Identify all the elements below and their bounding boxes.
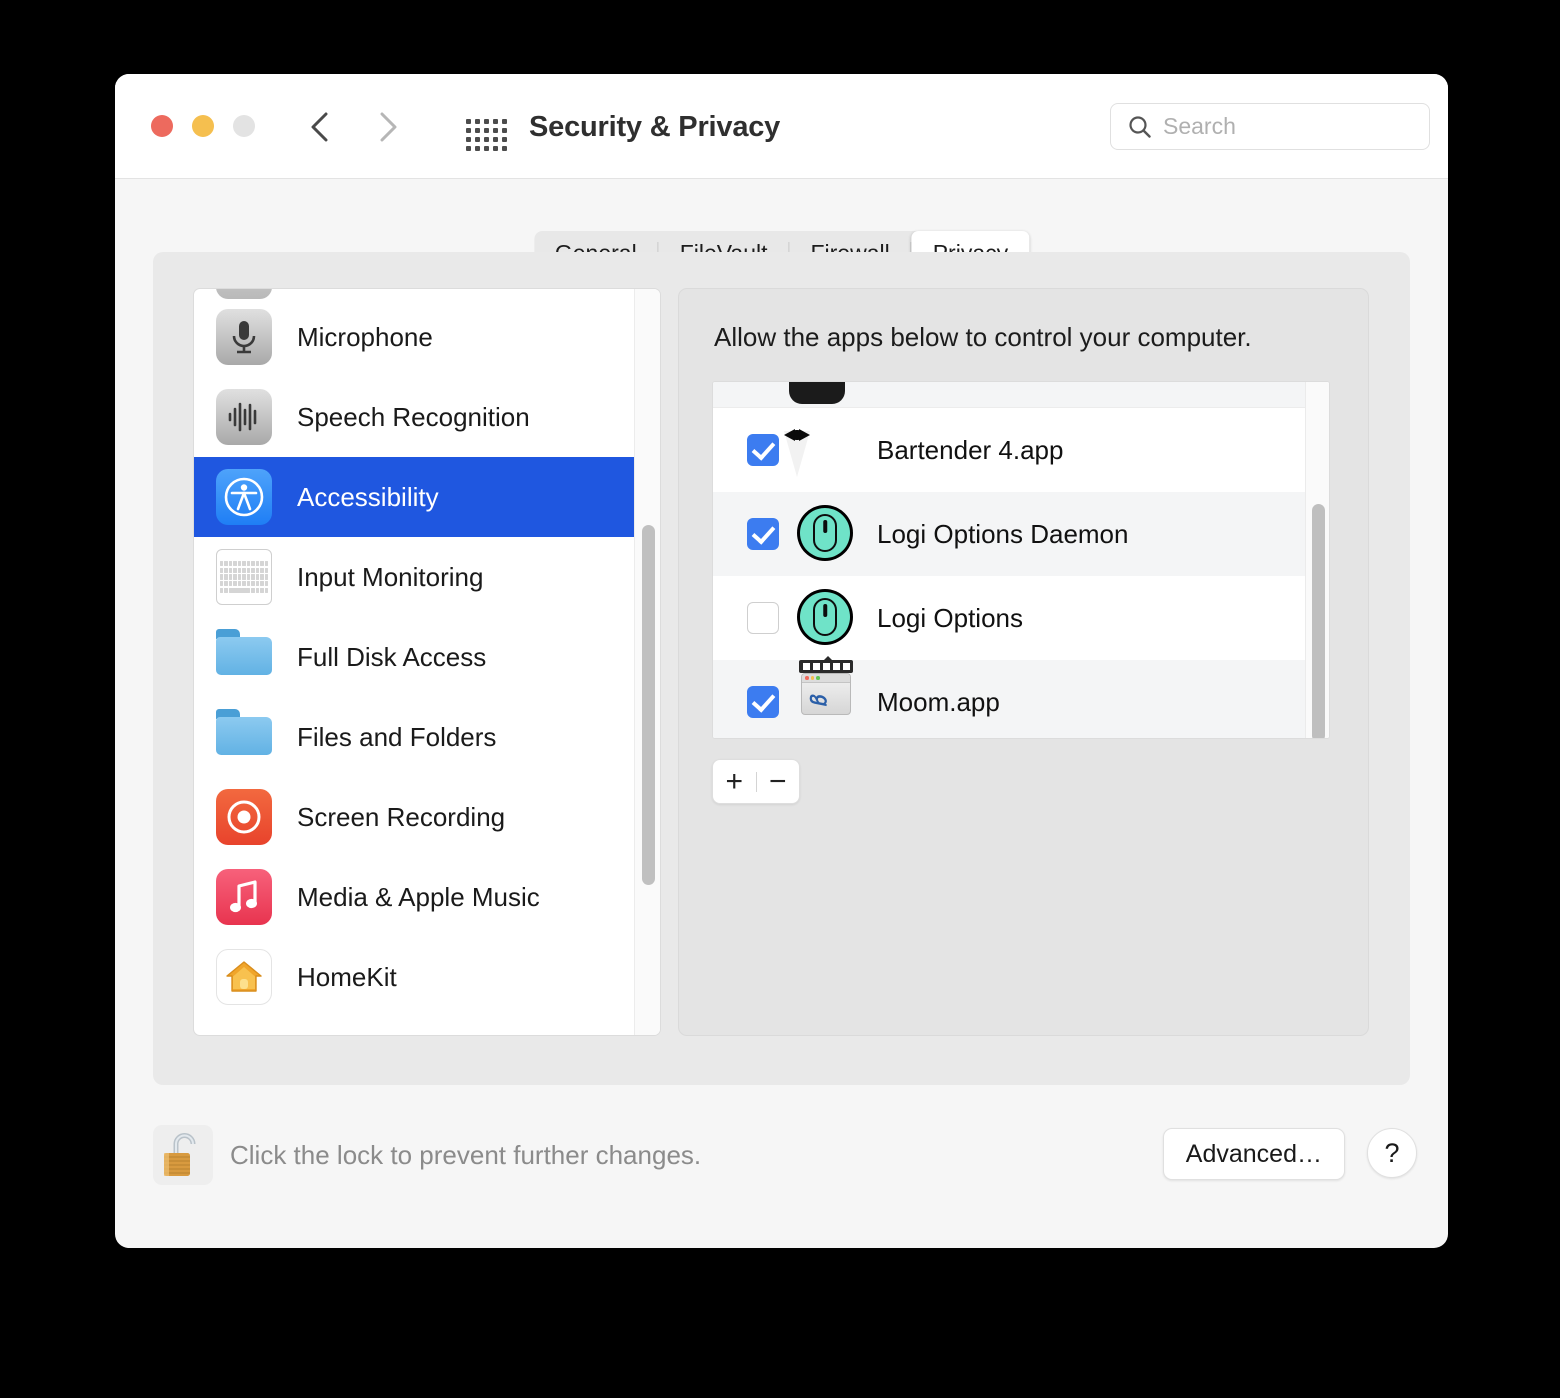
navigation-arrows: [307, 110, 401, 144]
table-row[interactable]: ℊ Moom.app: [713, 656, 1329, 738]
sidebar-item-speech-recognition[interactable]: Speech Recognition: [194, 377, 660, 457]
apps-list-scrollbar-thumb[interactable]: [1312, 504, 1325, 738]
logi-mouse-icon: [797, 589, 855, 647]
window-bottom-bar: Click the lock to prevent further change…: [115, 1085, 1448, 1248]
waveform-icon: [216, 389, 272, 445]
apps-list-scrollbar[interactable]: [1305, 382, 1329, 738]
sidebar-item-files-and-folders[interactable]: Files and Folders: [194, 697, 660, 777]
screen-recording-icon: [216, 789, 272, 845]
sidebar-item-full-disk-access[interactable]: Full Disk Access: [194, 617, 660, 697]
page-title: Security & Privacy: [529, 111, 781, 143]
folder-icon: [216, 709, 272, 765]
forward-button[interactable]: [375, 110, 401, 144]
app-checkbox-moom[interactable]: [747, 686, 779, 718]
logi-mouse-icon: [797, 505, 855, 563]
sidebar-scrollbar-thumb[interactable]: [642, 525, 655, 885]
sidebar-item-input-monitoring[interactable]: Input Monitoring: [194, 537, 660, 617]
allowed-apps-list-inner: Bartender 4.app Logi Options Daemon Logi…: [713, 382, 1329, 738]
list-item-partial-above[interactable]: [713, 382, 1329, 408]
table-row[interactable]: Logi Options: [713, 576, 1329, 660]
sidebar-item-label: Speech Recognition: [297, 401, 530, 432]
sidebar-item-label: Screen Recording: [297, 801, 506, 832]
folder-icon: [216, 629, 272, 685]
allowed-apps-list: Bartender 4.app Logi Options Daemon Logi…: [712, 381, 1330, 739]
system-preferences-window: Security & Privacy General FileVault Fir…: [115, 74, 1448, 1248]
back-button[interactable]: [307, 110, 333, 144]
privacy-content-panel: Microphone Speech Recognition Accessibil…: [153, 252, 1410, 1085]
traffic-light-group: [151, 115, 255, 137]
sidebar-item-accessibility[interactable]: Accessibility: [194, 457, 660, 537]
unlocked-padlock-icon[interactable]: [153, 1125, 213, 1185]
accessibility-apps-panel: Allow the apps below to control your com…: [678, 288, 1369, 1036]
sidebar-item-label: Media & Apple Music: [297, 881, 540, 912]
microphone-icon: [216, 309, 272, 365]
search-input[interactable]: [1163, 113, 1393, 140]
app-name: Logi Options: [877, 602, 1023, 633]
panel-heading: Allow the apps below to control your com…: [714, 322, 1252, 352]
advanced-button[interactable]: Advanced…: [1162, 1128, 1345, 1180]
sidebar-item-label: HomeKit: [297, 961, 397, 992]
moom-window-icon: ℊ: [797, 656, 855, 731]
sidebar-item-label: Files and Folders: [297, 721, 497, 752]
sidebar-item-homekit[interactable]: HomeKit: [194, 937, 660, 1017]
tuxedo-icon: [784, 421, 855, 479]
sidebar-item-label: Accessibility: [297, 481, 439, 512]
lock-status-text: Click the lock to prevent further change…: [230, 1140, 702, 1170]
app-name: Moom.app: [877, 686, 1000, 717]
privacy-category-sidebar: Microphone Speech Recognition Accessibil…: [193, 288, 661, 1036]
sidebar-item-label: Full Disk Access: [297, 641, 487, 672]
keyboard-icon: [216, 549, 272, 605]
close-button[interactable]: [151, 115, 173, 137]
sidebar-item-label: Input Monitoring: [297, 561, 484, 592]
search-icon: [1127, 114, 1153, 140]
sidebar-item-media-apple-music[interactable]: Media & Apple Music: [194, 857, 660, 937]
add-app-button[interactable]: +: [713, 760, 756, 803]
show-all-grid-icon[interactable]: [466, 119, 510, 151]
remove-app-button[interactable]: −: [757, 760, 800, 803]
table-row[interactable]: Logi Options Daemon: [713, 492, 1329, 576]
app-name: Bartender 4.app: [877, 434, 1064, 465]
help-button[interactable]: ?: [1367, 1128, 1417, 1178]
sidebar-list: Microphone Speech Recognition Accessibil…: [194, 297, 660, 1017]
table-row[interactable]: Bartender 4.app: [713, 408, 1329, 492]
search-field[interactable]: [1110, 103, 1430, 150]
app-checkbox-logi-options-daemon[interactable]: [747, 518, 779, 550]
zoom-button[interactable]: [233, 115, 255, 137]
add-remove-button-group: + −: [712, 759, 800, 804]
minimize-button[interactable]: [192, 115, 214, 137]
window-titlebar: Security & Privacy: [115, 74, 1448, 179]
music-note-icon: [216, 869, 272, 925]
homekit-house-icon: [216, 949, 272, 1005]
sidebar-scrollbar[interactable]: [634, 289, 660, 1035]
sidebar-item-label: Microphone: [297, 321, 433, 352]
app-checkbox-logi-options[interactable]: [747, 602, 779, 634]
accessibility-icon: [216, 469, 272, 525]
app-name: Logi Options Daemon: [877, 518, 1129, 549]
sidebar-scroll-area[interactable]: Microphone Speech Recognition Accessibil…: [194, 289, 660, 1035]
app-checkbox-bartender[interactable]: [747, 434, 779, 466]
sidebar-item-microphone[interactable]: Microphone: [194, 297, 660, 377]
partial-app-icon: [789, 382, 845, 404]
sidebar-item-screen-recording[interactable]: Screen Recording: [194, 777, 660, 857]
